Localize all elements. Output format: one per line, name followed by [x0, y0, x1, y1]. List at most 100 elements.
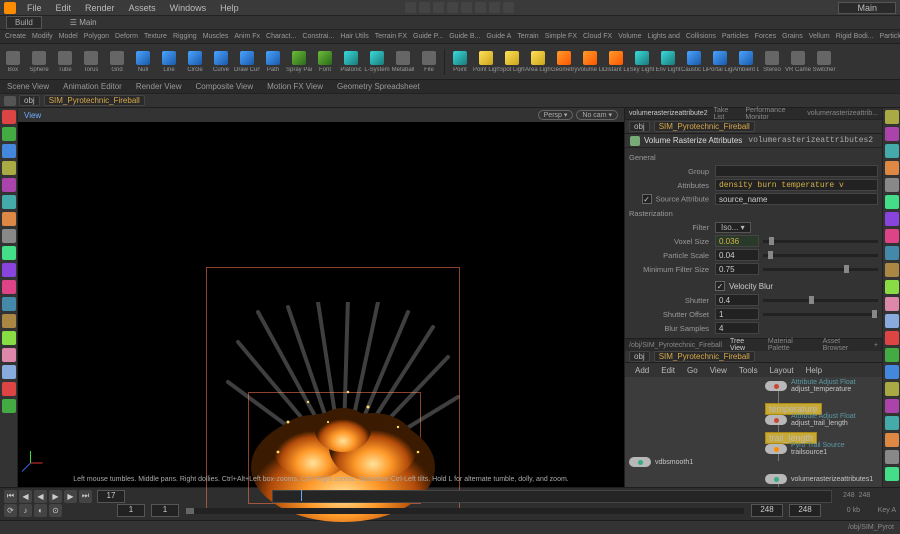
shelf-tool-portal-light[interactable]: Portal Light [707, 46, 733, 78]
goto-first-button[interactable]: ⏮ [4, 490, 17, 503]
viewport-toolbar-icons[interactable] [405, 2, 514, 13]
shelf-tab[interactable]: Terrain FX [372, 33, 410, 40]
network-canvas[interactable]: Attribute Adjust Floatadjust_temperature… [625, 377, 882, 487]
node-vdbsmooth[interactable]: vdbsmooth1 [629, 457, 693, 467]
shelf-tool-ambient-light[interactable]: Ambient Light [733, 46, 759, 78]
playback-controls[interactable]: ⏮ ◀ ◀ ▶ ▶ ⏭ 17 [0, 488, 132, 504]
shelf-tab[interactable]: Deform [112, 33, 141, 40]
menu-edit[interactable]: Edit [49, 3, 79, 13]
left-tool-icon[interactable] [2, 246, 16, 260]
network-path-bar[interactable]: obj SIM_Pyrotechnic_Fireball [625, 351, 882, 363]
pane-tab[interactable]: Geometry Spreadsheet [330, 82, 427, 91]
param-source-attr-input[interactable] [715, 193, 878, 205]
right-tool-icon[interactable] [885, 127, 899, 141]
right-tool-icon[interactable] [885, 195, 899, 209]
left-tool-icon[interactable] [2, 331, 16, 345]
network-menus[interactable]: AddEditGoViewToolsLayoutHelp [625, 363, 882, 377]
param-particlescale-slider[interactable] [763, 254, 878, 257]
right-tool-icon[interactable] [885, 348, 899, 362]
param-path-obj[interactable]: obj [629, 121, 650, 132]
shelf-tab[interactable]: Model [56, 33, 81, 40]
viewport-right-toolbar[interactable] [882, 108, 900, 487]
shelf-tab[interactable]: Particles [719, 33, 752, 40]
shelf-tab[interactable]: Lights and [645, 33, 683, 40]
param-voxelsize-slider[interactable] [763, 240, 878, 243]
right-tool-icon[interactable] [885, 246, 899, 260]
shelf-tool-sphere[interactable]: Sphere [26, 46, 52, 78]
shelf-tab[interactable]: Guide B... [446, 33, 483, 40]
network-panel[interactable]: /obj/SIM_Pyrotechnic_Fireball Tree View … [625, 338, 882, 487]
shelf-tool-volume-light[interactable]: Volume Light [577, 46, 603, 78]
shelf-tool-switcher[interactable]: Switcher [811, 46, 837, 78]
left-tool-icon[interactable] [2, 297, 16, 311]
right-tool-icon[interactable] [885, 433, 899, 447]
right-tool-icon[interactable] [885, 161, 899, 175]
left-tool-icon[interactable] [2, 178, 16, 192]
shelf-tool-draw-curve[interactable]: Draw Curve [234, 46, 260, 78]
pane-tab[interactable]: Composite View [188, 82, 260, 91]
step-fwd-button[interactable]: ▶ [64, 490, 77, 503]
node-trailsource[interactable]: Pyro Trail Sourcetrailsource1 [765, 442, 845, 456]
shelf-tool-distant-light[interactable]: Distant Light [603, 46, 629, 78]
shelf-tool-spot-light[interactable]: Spot Light [499, 46, 525, 78]
param-path-node[interactable]: SIM_Pyrotechnic_Fireball [654, 121, 755, 132]
left-tool-icon[interactable] [2, 399, 16, 413]
shelf-tool-env-light[interactable]: Env Light [655, 46, 681, 78]
param-attributes-input[interactable] [715, 179, 878, 191]
shelf[interactable]: BoxSphereTubeTorusGridNullLineCircleCurv… [0, 44, 900, 80]
left-tool-icon[interactable] [2, 348, 16, 362]
left-tool-icon[interactable] [2, 212, 16, 226]
play-button[interactable]: ▶ [49, 490, 62, 503]
menu-file[interactable]: File [20, 3, 49, 13]
shelf-tab[interactable]: Cloud FX [580, 33, 615, 40]
network-menu-view[interactable]: View [704, 366, 733, 375]
shelf-tab[interactable]: Hair Utils [337, 33, 371, 40]
param-shutteroffset-slider[interactable] [763, 313, 878, 316]
shelf-tool-path[interactable]: Path [260, 46, 286, 78]
shelf-tool-font[interactable]: Font [312, 46, 338, 78]
node-adjust-trail[interactable]: Attribute Adjust Floatadjust_trail_lengt… [765, 413, 856, 427]
source-attr-check[interactable] [642, 194, 652, 204]
shelf-tab[interactable]: Create [2, 33, 29, 40]
left-tool-icon[interactable] [2, 314, 16, 328]
viewport-left-toolbar[interactable] [0, 108, 18, 487]
right-tool-icon[interactable] [885, 263, 899, 277]
velocity-blur-check[interactable] [715, 281, 725, 291]
shelf-tool-stereo[interactable]: Stereo [759, 46, 785, 78]
shelf-tool-sky-light[interactable]: Sky Light [629, 46, 655, 78]
param-filter-dropdown[interactable]: Iso... ▾ [715, 222, 751, 233]
shelf-tool-point-light[interactable]: Point Light [473, 46, 499, 78]
network-menu-edit[interactable]: Edit [655, 366, 681, 375]
left-tool-icon[interactable] [2, 365, 16, 379]
net-path-node[interactable]: SIM_Pyrotechnic_Fireball [654, 351, 755, 362]
param-voxelsize-input[interactable] [715, 235, 759, 247]
param-shutteroffset-input[interactable] [715, 308, 759, 320]
param-shutter-slider[interactable] [763, 299, 878, 302]
shelf-tool-geometry[interactable]: Geometry [551, 46, 577, 78]
range-slider[interactable] [186, 508, 744, 514]
shelf-tab[interactable]: Rigid Bodi... [833, 33, 877, 40]
pane-tabs[interactable]: Scene ViewAnimation EditorRender ViewCom… [0, 80, 900, 94]
network-menu-help[interactable]: Help [800, 366, 828, 375]
left-tool-icon[interactable] [2, 195, 16, 209]
path-node-chip[interactable]: SIM_Pyrotechnic_Fireball [44, 95, 145, 106]
right-tool-icon[interactable] [885, 229, 899, 243]
shelf-tool-line[interactable]: Line [156, 46, 182, 78]
right-tool-icon[interactable] [885, 314, 899, 328]
param-minfilter-input[interactable] [715, 263, 759, 275]
shelf-tool-curve[interactable]: Curve [208, 46, 234, 78]
shelf-tool-null[interactable]: Null [130, 46, 156, 78]
right-tool-icon[interactable] [885, 399, 899, 413]
param-minfilter-slider[interactable] [763, 268, 878, 271]
right-tool-icon[interactable] [885, 467, 899, 481]
menu-assets[interactable]: Assets [122, 3, 163, 13]
left-tool-icon[interactable] [2, 229, 16, 243]
playhead[interactable] [301, 490, 302, 501]
shelf-tool-box[interactable]: Box [0, 46, 26, 78]
shelf-tab[interactable]: Anim Fx [231, 33, 263, 40]
network-tab-row[interactable]: /obj/SIM_Pyrotechnic_Fireball Tree View … [625, 339, 882, 351]
shelf-tab[interactable]: Particle Fl... [876, 33, 900, 40]
shelf-tabs[interactable]: CreateModifyModelPolygonDeformTextureRig… [0, 30, 900, 44]
right-tool-icon[interactable] [885, 450, 899, 464]
shelf-tab[interactable]: Simple FX [542, 33, 580, 40]
